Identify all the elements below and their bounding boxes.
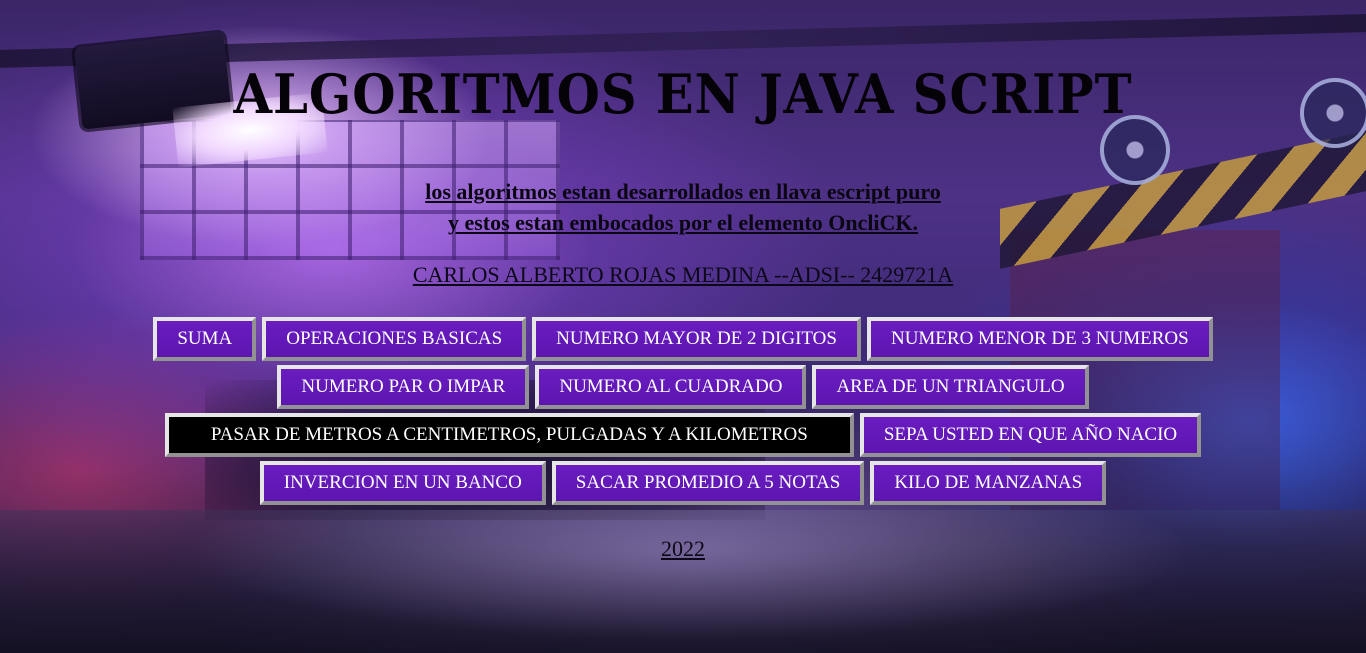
suma-button[interactable]: SUMA (153, 317, 257, 361)
button-row-3: PASAR DE METROS A CENTIMETROS, PULGADAS … (0, 413, 1366, 457)
numero-mayor-button[interactable]: NUMERO MAYOR DE 2 DIGITOS (532, 317, 861, 361)
promedio-notas-button[interactable]: SACAR PROMEDIO A 5 NOTAS (551, 461, 865, 505)
page-title: ALGORITMOS EN JAVA SCRIPT (233, 62, 1133, 126)
algorithm-buttons: SUMA OPERACIONES BASICAS NUMERO MAYOR DE… (0, 317, 1366, 509)
cuadrado-button[interactable]: NUMERO AL CUADRADO (535, 365, 807, 409)
numero-menor-button[interactable]: NUMERO MENOR DE 3 NUMEROS (866, 317, 1213, 361)
intro-line-2: y estos estan embocados por el elemento … (447, 210, 919, 235)
garage-floor (0, 510, 1366, 653)
metros-conversion-button[interactable]: PASAR DE METROS A CENTIMETROS, PULGADAS … (164, 413, 854, 457)
year-footer: 2022 (661, 536, 705, 561)
button-row-4: INVERCION EN UN BANCO SACAR PROMEDIO A 5… (0, 461, 1366, 505)
intro-text: los algoritmos estan desarrollados en ll… (0, 176, 1366, 238)
inversion-banco-button[interactable]: INVERCION EN UN BANCO (259, 461, 546, 505)
button-row-2: NUMERO PAR O IMPAR NUMERO AL CUADRADO AR… (0, 365, 1366, 409)
intro-line-1: los algoritmos estan desarrollados en ll… (425, 179, 941, 204)
author-line: CARLOS ALBERTO ROJAS MEDINA --ADSI-- 242… (412, 262, 954, 287)
ano-nacio-button[interactable]: SEPA USTED EN QUE AÑO NACIO (859, 413, 1202, 457)
button-row-1: SUMA OPERACIONES BASICAS NUMERO MAYOR DE… (0, 317, 1366, 361)
area-triangulo-button[interactable]: AREA DE UN TRIANGULO (812, 365, 1089, 409)
operaciones-basicas-button[interactable]: OPERACIONES BASICAS (262, 317, 527, 361)
par-impar-button[interactable]: NUMERO PAR O IMPAR (277, 365, 530, 409)
kilo-manzanas-button[interactable]: KILO DE MANZANAS (870, 461, 1107, 505)
